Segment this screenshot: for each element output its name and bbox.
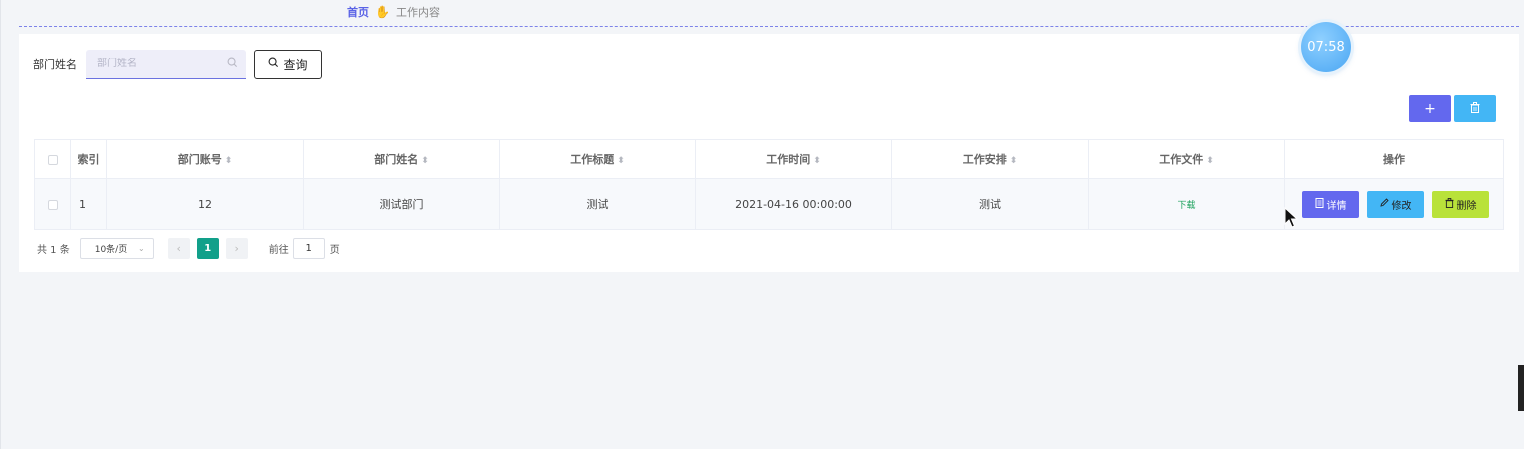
chevron-right-icon: ›	[234, 241, 239, 255]
sort-icon[interactable]: ⬍	[225, 156, 233, 166]
column-header-dept-name[interactable]: 部门姓名 ⬍	[303, 139, 500, 179]
download-link[interactable]: 下载	[1177, 201, 1195, 211]
breadcrumb-divider	[19, 26, 1519, 27]
batch-delete-button[interactable]	[1454, 95, 1496, 122]
sort-icon[interactable]: ⬍	[1010, 156, 1018, 166]
query-button-label: 查询	[283, 57, 308, 72]
edit-button-label: 修改	[1391, 200, 1412, 212]
cell-file: 下载	[1088, 178, 1285, 230]
page-number-active[interactable]: 1	[196, 237, 219, 259]
mouse-cursor-icon	[1284, 207, 1298, 228]
select-all-checkbox[interactable]	[47, 154, 58, 165]
delete-button-label: 删除	[1456, 200, 1477, 212]
column-header-index: 索引	[70, 139, 107, 179]
query-button[interactable]: 查询	[254, 49, 322, 79]
sort-icon[interactable]: ⬍	[813, 156, 821, 166]
add-button[interactable]: +	[1409, 95, 1451, 122]
sort-icon[interactable]: ⬍	[421, 156, 429, 166]
column-header-time[interactable]: 工作时间 ⬍	[695, 139, 892, 179]
edit-button[interactable]: 修改	[1367, 190, 1424, 218]
search-icon	[268, 57, 279, 71]
breadcrumb-current: 工作内容	[395, 6, 440, 19]
goto-page-input[interactable]	[292, 237, 325, 259]
search-label: 部门姓名	[33, 58, 77, 71]
row-select-cell[interactable]	[34, 178, 71, 230]
page-size-value: 10条/页	[94, 244, 128, 255]
sort-icon[interactable]: ⬍	[1206, 156, 1214, 166]
search-icon	[227, 57, 238, 71]
search-row: 部门姓名 查询	[33, 49, 322, 79]
column-header-arrangement[interactable]: 工作安排 ⬍	[891, 139, 1089, 179]
column-header-ops: 操作	[1284, 139, 1504, 179]
search-input[interactable]	[97, 58, 217, 69]
goto-label: 前往	[268, 244, 289, 256]
row-checkbox[interactable]	[47, 199, 58, 210]
timer-badge: 07:58	[1301, 22, 1351, 72]
breadcrumb-home[interactable]: 首页	[347, 4, 369, 20]
cell-title: 测试	[499, 178, 696, 230]
pagination: 共 1 条 10条/页 ⌄ ‹ 1 › 前往 页	[37, 237, 340, 259]
column-header-dept-account[interactable]: 部门账号 ⬍	[106, 139, 304, 179]
right-edge-bar	[1518, 365, 1524, 411]
column-header-title[interactable]: 工作标题 ⬍	[499, 139, 696, 179]
select-all-cell[interactable]	[34, 139, 71, 179]
breadcrumb: 首页 ✋ 工作内容	[347, 4, 440, 20]
cell-index: 1	[70, 178, 107, 230]
goto-suffix: 页	[329, 244, 340, 256]
hand-icon: ✋	[375, 5, 390, 19]
pagination-total: 共 1 条	[37, 244, 70, 256]
cell-dept-name: 测试部门	[303, 178, 500, 230]
cell-arrangement: 测试	[891, 178, 1089, 230]
chevron-left-icon: ‹	[176, 241, 181, 255]
column-header-file[interactable]: 工作文件 ⬍	[1088, 139, 1285, 179]
table-header-row: 索引 部门账号 ⬍ 部门姓名 ⬍ 工作标题 ⬍ 工作时间 ⬍ 工作安排 ⬍ 工作文件 ⬍ 操…	[34, 139, 1504, 179]
cell-time: 2021-04-16 00:00:00	[695, 178, 892, 230]
search-box[interactable]	[86, 49, 246, 79]
cell-dept-account: 12	[106, 178, 304, 230]
trash-icon	[1470, 101, 1480, 116]
trash-icon	[1444, 197, 1454, 211]
detail-button-label: 详情	[1326, 200, 1347, 212]
prev-page-button[interactable]: ‹	[167, 237, 190, 259]
delete-button[interactable]: 删除	[1432, 190, 1489, 218]
data-table: 索引 部门账号 ⬍ 部门姓名 ⬍ 工作标题 ⬍ 工作时间 ⬍ 工作安排 ⬍ 工作文件 ⬍ 操…	[34, 139, 1504, 230]
pencil-icon	[1379, 198, 1389, 210]
plus-icon: +	[1424, 100, 1436, 117]
left-border	[0, 0, 1, 449]
sort-icon[interactable]: ⬍	[617, 156, 625, 166]
chevron-down-icon: ⌄	[138, 243, 145, 253]
document-icon	[1315, 197, 1324, 211]
cell-ops: 详情 修改 删除	[1284, 178, 1504, 230]
detail-button[interactable]: 详情	[1302, 190, 1359, 218]
page-size-select[interactable]: 10条/页 ⌄	[79, 237, 154, 259]
next-page-button[interactable]: ›	[225, 237, 248, 259]
